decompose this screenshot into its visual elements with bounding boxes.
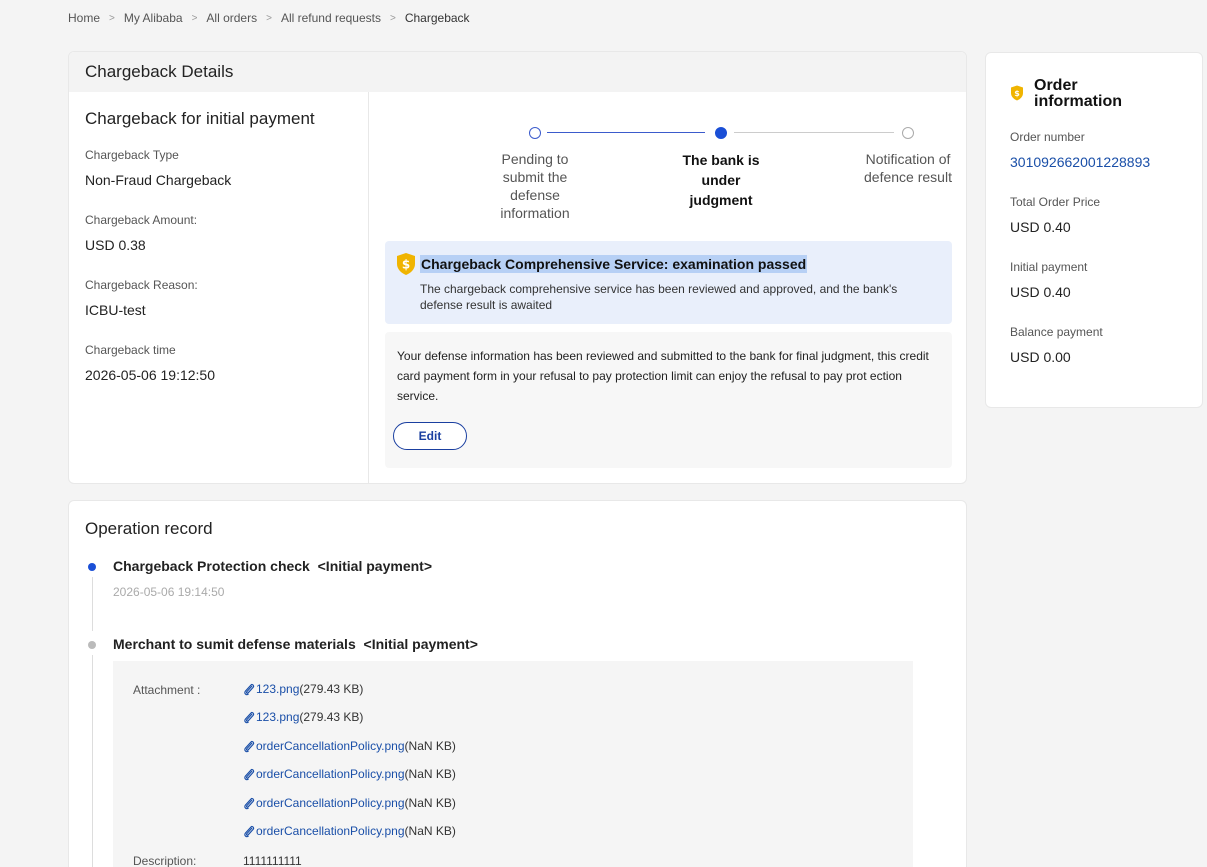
operation-record-title: Operation record — [85, 519, 213, 538]
timeline-connector — [92, 655, 93, 867]
svg-text:$: $ — [402, 258, 410, 272]
step-dot-judgment — [715, 127, 727, 139]
attachment-size: (NaN KB) — [404, 824, 456, 838]
operation-record-card: Operation record Chargeback Protection c… — [68, 500, 967, 867]
initial-payment-label: Initial payment — [1010, 260, 1088, 274]
attachment-label: Attachment : — [133, 683, 201, 697]
service-status-box: $ Chargeback Comprehensive Service: exam… — [385, 241, 952, 324]
balance-payment-label: Balance payment — [1010, 325, 1103, 339]
attachment-item: orderCancellationPolicy.png (NaN KB) — [243, 796, 456, 810]
details-header: Chargeback Details — [69, 52, 966, 92]
step-dot-submit — [529, 127, 541, 139]
attachment-link[interactable]: orderCancellationPolicy.png — [256, 739, 405, 753]
breadcrumb-home[interactable]: Home — [68, 11, 100, 25]
breadcrumb: Home > My Alibaba > All orders > All ref… — [68, 11, 470, 25]
order-title-wrap: $ Order information — [1010, 78, 1154, 110]
timeline-entry-title: Chargeback Protection check <Initial pay… — [113, 558, 432, 574]
attachment-link[interactable]: orderCancellationPolicy.png — [256, 796, 405, 810]
defense-info-box: Your defense information has been review… — [385, 332, 952, 468]
chargeback-type-label: Chargeback Type — [85, 148, 179, 162]
balance-payment-value: USD 0.00 — [1010, 349, 1071, 365]
timeline-entry-time: 2026-05-06 19:14:50 — [113, 585, 225, 599]
attachment-item: 123.png (279.43 KB) — [243, 682, 363, 696]
breadcrumb-my-alibaba[interactable]: My Alibaba — [124, 11, 183, 25]
attachment-size: (NaN KB) — [404, 767, 456, 781]
attachment-box: Attachment : 123.png (279.43 KB) 123.png… — [113, 661, 913, 867]
breadcrumb-separator: > — [266, 12, 272, 24]
breadcrumb-all-orders[interactable]: All orders — [206, 11, 257, 25]
attachment-link[interactable]: orderCancellationPolicy.png — [256, 824, 405, 838]
attachment-item: orderCancellationPolicy.png (NaN KB) — [243, 739, 456, 753]
order-info-title: Order information — [1034, 77, 1122, 110]
attachment-link[interactable]: 123.png — [256, 682, 299, 696]
progress-stepper: Pending to submit the defense informatio… — [422, 122, 966, 232]
chargeback-time-label: Chargeback time — [85, 343, 176, 357]
step-dot-result — [902, 127, 914, 139]
attachment-link[interactable]: 123.png — [256, 710, 299, 724]
edit-button[interactable]: Edit — [393, 422, 467, 450]
paperclip-icon — [244, 768, 255, 780]
attachment-item: 123.png (279.43 KB) — [243, 710, 363, 724]
paperclip-icon — [244, 683, 255, 695]
order-information-card: $ Order information Order number 3010926… — [985, 52, 1203, 408]
description-label: Description: — [133, 854, 197, 867]
svg-text:$: $ — [1014, 89, 1020, 98]
chargeback-time-value: 2026-05-06 19:12:50 — [85, 367, 215, 383]
chargeback-details-card: Chargeback Details Chargeback for initia… — [68, 51, 967, 484]
paperclip-icon — [244, 740, 255, 752]
step-connector-pending — [734, 132, 894, 133]
attachment-link[interactable]: orderCancellationPolicy.png — [256, 767, 405, 781]
step-label-result: Notification of defence result — [864, 151, 952, 185]
description-value: 1111111111 — [243, 854, 302, 867]
chargeback-info-panel: Chargeback for initial payment Chargebac… — [69, 92, 369, 483]
timeline-dot-active — [88, 563, 96, 571]
step-label-submit: Pending to submit the defense informatio… — [500, 151, 570, 221]
attachment-size: (279.43 KB) — [299, 682, 364, 696]
section-title: Chargeback for initial payment — [85, 109, 315, 128]
breadcrumb-refund-requests[interactable]: All refund requests — [281, 11, 381, 25]
step-label-judgment: The bank is under judgment — [682, 152, 760, 208]
shield-dollar-icon: $ — [397, 253, 415, 275]
total-price-value: USD 0.40 — [1010, 219, 1071, 235]
attachment-item: orderCancellationPolicy.png (NaN KB) — [243, 824, 456, 838]
timeline-dot — [88, 641, 96, 649]
paperclip-icon — [244, 711, 255, 723]
service-status-description: The chargeback comprehensive service has… — [420, 282, 898, 312]
breadcrumb-separator: > — [191, 12, 198, 24]
chargeback-amount-label: Chargeback Amount: — [85, 213, 198, 227]
paperclip-icon — [244, 797, 255, 809]
chargeback-type-value: Non-Fraud Chargeback — [85, 172, 232, 188]
defense-info-text: Your defense information has been review… — [397, 349, 929, 403]
shield-dollar-icon: $ — [1011, 85, 1023, 101]
step-connector-done — [547, 132, 705, 133]
chargeback-reason-label: Chargeback Reason: — [85, 278, 198, 292]
attachment-size: (NaN KB) — [404, 796, 456, 810]
timeline-connector — [92, 577, 93, 631]
attachment-item: orderCancellationPolicy.png (NaN KB) — [243, 767, 456, 781]
paperclip-icon — [244, 825, 255, 837]
attachment-size: (279.43 KB) — [299, 710, 364, 724]
total-price-label: Total Order Price — [1010, 195, 1101, 209]
chargeback-reason-value: ICBU-test — [85, 302, 146, 318]
initial-payment-value: USD 0.40 — [1010, 284, 1071, 300]
breadcrumb-separator: > — [390, 12, 396, 24]
service-status-title: Chargeback Comprehensive Service: examin… — [420, 255, 808, 273]
breadcrumb-separator: > — [109, 12, 115, 24]
attachment-size: (NaN KB) — [404, 739, 456, 753]
order-number-link[interactable]: 301092662001228893 — [1010, 154, 1150, 170]
breadcrumb-current: Chargeback — [404, 11, 470, 25]
timeline-entry-title: Merchant to sumit defense materials <Ini… — [113, 636, 478, 652]
order-number-label: Order number — [1010, 130, 1085, 144]
chargeback-amount-value: USD 0.38 — [85, 237, 146, 253]
